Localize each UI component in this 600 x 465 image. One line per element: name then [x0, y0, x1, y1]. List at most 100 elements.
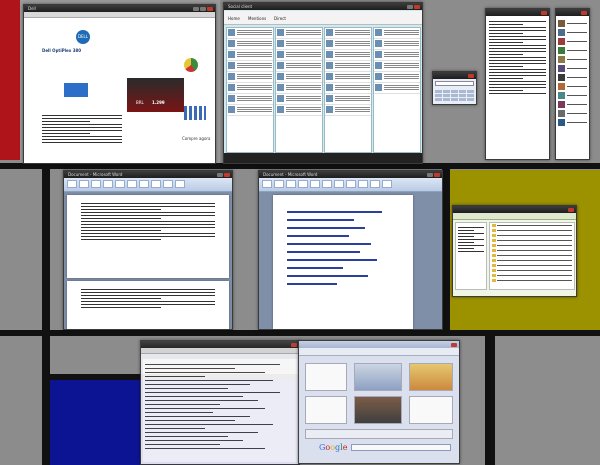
list-item[interactable]: [492, 229, 572, 233]
dell-logo[interactable]: DELL: [76, 30, 90, 44]
title-bar[interactable]: Document - Microsoft Word: [64, 171, 232, 178]
list-item[interactable]: [227, 39, 273, 50]
browser-window[interactable]: Dell DELL Dell OptiPlex 380 1.299 BRL Co…: [23, 4, 216, 164]
tab-mentions[interactable]: Mentions: [248, 16, 266, 21]
title-bar[interactable]: [453, 206, 576, 213]
list-item[interactable]: [276, 105, 322, 116]
list-item[interactable]: [227, 105, 273, 116]
list-item[interactable]: [325, 50, 371, 61]
word-window[interactable]: Document - Microsoft Word: [258, 170, 443, 330]
title-bar[interactable]: Dell: [24, 5, 215, 12]
document-page[interactable]: [67, 281, 229, 329]
thumbnail[interactable]: [409, 363, 453, 391]
minimize-button[interactable]: [427, 172, 433, 177]
editor-toolbar[interactable]: [141, 348, 299, 354]
title-bar[interactable]: [433, 72, 476, 79]
list-item[interactable]: [227, 72, 273, 83]
hyperlink[interactable]: [287, 267, 343, 269]
list-item[interactable]: [276, 28, 322, 39]
list-item[interactable]: [227, 28, 273, 39]
hyperlink[interactable]: [287, 283, 338, 285]
list-item[interactable]: [492, 264, 572, 268]
list-item[interactable]: [276, 50, 322, 61]
tab-strip[interactable]: [299, 341, 459, 348]
close-button[interactable]: [207, 6, 213, 11]
promo-banner[interactable]: [64, 83, 88, 97]
list-item[interactable]: [492, 269, 572, 273]
list-item[interactable]: [374, 39, 420, 50]
list-item[interactable]: [325, 61, 371, 72]
hyperlink[interactable]: [287, 211, 383, 213]
list-item[interactable]: [492, 234, 572, 238]
list-item[interactable]: [558, 119, 587, 126]
feed-column[interactable]: [226, 27, 274, 153]
list-item[interactable]: [374, 83, 420, 94]
thumbnail[interactable]: [354, 396, 402, 424]
list-item[interactable]: [558, 56, 587, 63]
list-item[interactable]: [276, 72, 322, 83]
list-item[interactable]: [276, 83, 322, 94]
maximize-button[interactable]: [200, 6, 206, 11]
word-window[interactable]: Document - Microsoft Word: [63, 170, 233, 330]
tab-home[interactable]: Home: [228, 16, 240, 21]
chat-window[interactable]: [485, 8, 550, 160]
list-item[interactable]: [325, 72, 371, 83]
hyperlink[interactable]: [287, 219, 355, 221]
list-item[interactable]: [558, 38, 587, 45]
ribbon[interactable]: [259, 178, 442, 192]
list-item[interactable]: [325, 39, 371, 50]
close-button[interactable]: [224, 172, 230, 177]
list-item[interactable]: [492, 249, 572, 253]
title-bar[interactable]: Document - Microsoft Word: [259, 171, 442, 178]
list-item[interactable]: [558, 29, 587, 36]
close-button[interactable]: [451, 342, 457, 347]
title-bar[interactable]: Social client: [224, 3, 422, 10]
list-item[interactable]: [492, 259, 572, 263]
thumbnail[interactable]: [305, 396, 347, 424]
list-item[interactable]: [558, 110, 587, 117]
hyperlink[interactable]: [287, 259, 377, 261]
list-item[interactable]: [276, 94, 322, 105]
search-input[interactable]: [351, 444, 451, 451]
list-item[interactable]: [492, 279, 572, 283]
list-item[interactable]: [558, 20, 587, 27]
list-item[interactable]: [374, 50, 420, 61]
ribbon[interactable]: [64, 178, 232, 192]
title-bar[interactable]: [141, 341, 299, 348]
product-photo[interactable]: [127, 78, 184, 112]
close-button[interactable]: [581, 10, 587, 15]
thumbnail[interactable]: [354, 363, 402, 391]
hyperlink[interactable]: [287, 275, 368, 277]
hyperlink[interactable]: [287, 227, 366, 229]
feed-column[interactable]: [373, 27, 421, 153]
contact-list[interactable]: [556, 16, 589, 130]
close-button[interactable]: [291, 342, 297, 347]
social-header[interactable]: Home Mentions Direct: [224, 11, 422, 25]
hyperlink[interactable]: [287, 235, 349, 237]
list-item[interactable]: [558, 101, 587, 108]
list-item[interactable]: [558, 92, 587, 99]
list-item[interactable]: [558, 65, 587, 72]
minimize-button[interactable]: [217, 172, 223, 177]
list-item[interactable]: [374, 61, 420, 72]
thumbnail[interactable]: [305, 363, 347, 391]
list-item[interactable]: [492, 239, 572, 243]
contact-list-window[interactable]: [555, 8, 590, 160]
list-item[interactable]: [492, 244, 572, 248]
feed-column[interactable]: [275, 27, 323, 153]
list-item[interactable]: [325, 28, 371, 39]
close-button[interactable]: [541, 10, 547, 15]
minimize-button[interactable]: [193, 6, 199, 11]
close-button[interactable]: [434, 172, 440, 177]
list-item[interactable]: [227, 61, 273, 72]
document-page[interactable]: [273, 195, 413, 329]
list-item[interactable]: [325, 105, 371, 116]
tab-direct[interactable]: Direct: [274, 16, 286, 21]
document-page[interactable]: [67, 195, 229, 278]
close-button[interactable]: [468, 73, 474, 78]
text-area[interactable]: [143, 359, 297, 462]
close-button[interactable]: [414, 4, 420, 9]
chrome-window[interactable]: Google: [298, 340, 460, 464]
file-list[interactable]: [489, 222, 575, 290]
list-item[interactable]: [374, 28, 420, 39]
